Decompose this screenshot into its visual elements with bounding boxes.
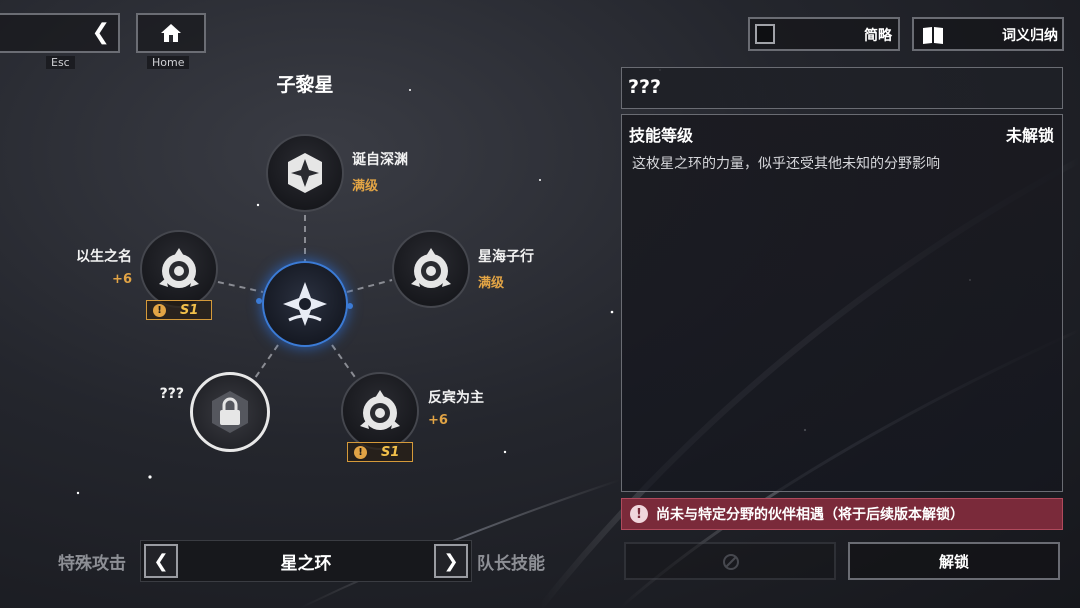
alert-icon: ! (354, 445, 367, 459)
node-status: 满级 (352, 179, 379, 194)
node-status: +6 (112, 272, 132, 287)
skill-level-status: 未解锁 (1005, 126, 1054, 145)
badge-label: S1 (180, 302, 199, 318)
skill-node-name-of-life[interactable] (140, 230, 218, 308)
current-category: 星之环 (280, 554, 332, 574)
summary-label: 简略 (864, 28, 892, 44)
node-status: +6 (428, 413, 448, 428)
unlock-label: 解锁 (938, 552, 969, 571)
next-category-button[interactable]: ❯ (434, 544, 468, 578)
chevron-left-icon: ❮ (153, 550, 169, 572)
detail-name: ??? (628, 76, 662, 98)
skill-level-label: 技能等级 (629, 126, 694, 145)
s1-badge: ! S1 (146, 300, 212, 320)
core-left-dot (256, 298, 262, 304)
summary-toggle[interactable]: 简略 (748, 17, 900, 51)
core-right-dot (347, 303, 353, 309)
shield-star-icon (288, 153, 322, 193)
glossary-button[interactable]: 词义归纳 (912, 17, 1064, 51)
triskelion-ring-icon (159, 248, 199, 288)
s1-badge: ! S1 (347, 442, 413, 462)
alert-icon: ! (153, 303, 166, 317)
warning-banner: ! 尚未与特定分野的伙伴相遇（将于后续版本解锁） (621, 498, 1063, 530)
star-ring-core[interactable] (262, 261, 348, 347)
summary-checkbox[interactable] (755, 24, 775, 44)
forbidden-icon (723, 554, 739, 570)
skill-node-abyss[interactable] (266, 134, 344, 212)
node-name: 反宾为主 (428, 390, 484, 406)
next-category-label[interactable]: 队长技能 (477, 549, 545, 574)
node-name: ??? (159, 386, 184, 402)
node-name: 诞自深渊 (352, 152, 408, 168)
warning-text: 尚未与特定分野的伙伴相遇（将于后续版本解锁） (656, 507, 964, 523)
chevron-right-icon: ❯ (443, 550, 459, 572)
triskelion-ring-icon (360, 390, 400, 430)
disabled-action-button (624, 542, 836, 580)
skill-node-star-sea[interactable] (392, 230, 470, 308)
glossary-label: 词义归纳 (1002, 28, 1058, 44)
detail-name-bar: ??? (621, 67, 1063, 109)
skill-node-locked[interactable] (190, 372, 270, 452)
star-ring-emblem-icon (283, 282, 327, 326)
node-name: 星海子行 (478, 249, 534, 265)
detail-panel: 技能等级 未解锁 这枚星之环的力量，似乎还受其他未知的分野影响 (621, 114, 1063, 492)
skill-node-reversal[interactable] (341, 372, 419, 450)
node-name: 以生之名 (76, 249, 132, 265)
triskelion-ring-icon (411, 248, 451, 288)
book-icon (923, 27, 943, 44)
node-status: 满级 (478, 276, 505, 291)
warning-icon: ! (630, 505, 648, 523)
lock-icon (212, 391, 248, 433)
badge-label: S1 (381, 444, 400, 460)
prev-category-button[interactable]: ❮ (144, 544, 178, 578)
skill-description: 这枚星之环的力量，似乎还受其他未知的分野影响 (632, 156, 940, 172)
prev-category-label[interactable]: 特殊攻击 (58, 549, 126, 574)
unlock-button[interactable]: 解锁 (848, 542, 1060, 580)
